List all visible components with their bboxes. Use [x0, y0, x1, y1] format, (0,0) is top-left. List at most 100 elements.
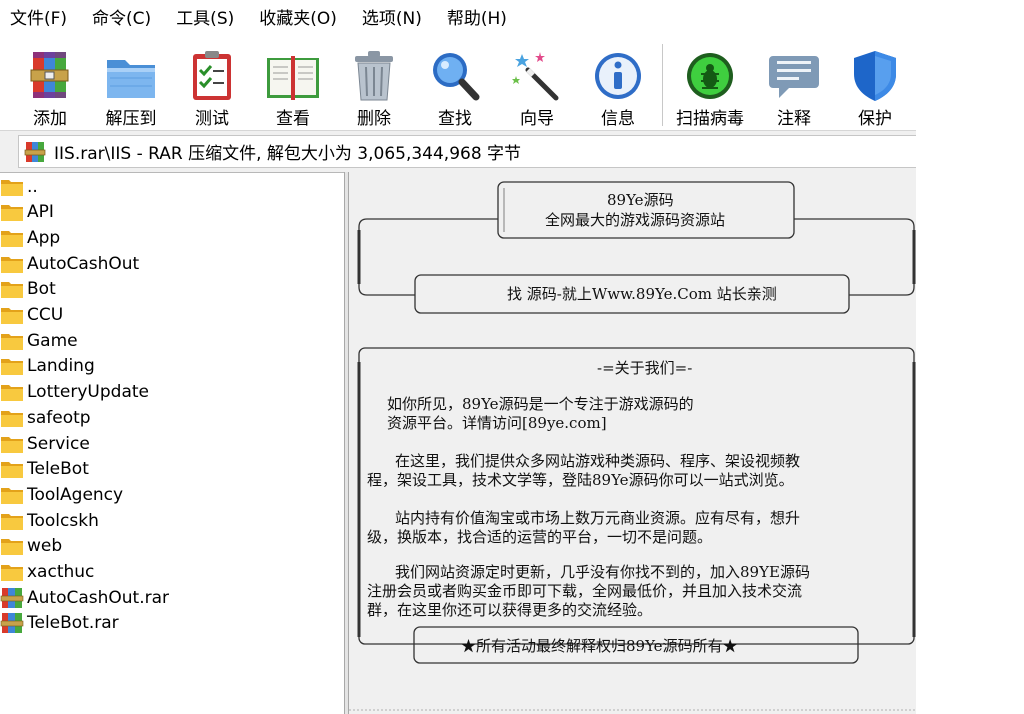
delete-button[interactable]: 删除 — [334, 42, 414, 129]
comment-footer: ★所有活动最终解释权归89Ye源码所有★ — [461, 637, 738, 655]
file-list-item[interactable]: Service — [0, 431, 90, 456]
comment-icon — [769, 56, 819, 98]
file-name: .. — [27, 176, 38, 197]
comment-label: 注释 — [777, 109, 811, 129]
test-button[interactable]: 测试 — [172, 42, 252, 129]
trash-icon — [355, 51, 393, 101]
folder-icon — [1, 487, 23, 504]
file-list: .. API App AutoCashOut Bot CCU Game Landing Lott… — [0, 172, 344, 714]
folder-icon — [1, 179, 23, 196]
folder-icon — [1, 256, 23, 273]
file-list-item[interactable]: Bot — [0, 277, 56, 302]
file-list-item[interactable]: LotteryUpdate — [0, 380, 149, 405]
toolbar-separator — [662, 44, 663, 126]
wizard-wand-icon — [512, 52, 559, 101]
file-name: Bot — [27, 279, 56, 300]
find-button[interactable]: 查找 — [415, 42, 495, 129]
comment-line: 群，在这里你还可以获得更多的交流经验。 — [367, 601, 653, 619]
folder-icon — [1, 539, 23, 556]
comment-line: 资源平台。详情访问[89ye.com] — [387, 414, 607, 432]
file-name: safeotp — [27, 407, 91, 428]
file-list-item[interactable]: .. — [0, 174, 38, 199]
comment-line: 程，架设工具，技术文学等，登陆89Ye源码你可以一站式浏览。 — [367, 471, 794, 489]
comment-line: 在这里，我们提供众多网站游戏种类源码、程序、架设视频教 — [395, 452, 801, 470]
file-list-item[interactable]: xacthuc — [0, 560, 94, 585]
rar-file-icon — [0, 613, 24, 634]
comment-about-title: -=关于我们=- — [597, 359, 693, 377]
file-name: Toolcskh — [27, 510, 99, 531]
address-bar: IIS.rar\IIS - RAR 压缩文件, 解包大小为 3,065,344,… — [0, 130, 916, 172]
file-name: CCU — [27, 305, 64, 325]
menu-file[interactable]: 文件(F) — [4, 4, 73, 34]
file-list-item[interactable]: TeleBot — [0, 457, 89, 482]
file-list-item[interactable]: App — [0, 225, 60, 250]
wizard-button[interactable]: 向导 — [497, 42, 577, 129]
file-list-item[interactable]: ToolAgency — [0, 482, 123, 507]
virus-scan-label: 扫描病毒 — [676, 109, 744, 129]
file-name: AutoCashOut — [27, 253, 140, 274]
find-label: 查找 — [438, 109, 472, 129]
file-name: Landing — [27, 356, 95, 377]
menu-commands[interactable]: 命令(C) — [86, 4, 157, 34]
test-label: 测试 — [195, 109, 229, 129]
menu-tools[interactable]: 工具(S) — [170, 4, 240, 34]
file-list-item[interactable]: TeleBot.rar — [0, 611, 119, 636]
comment-frame — [349, 181, 916, 711]
folder-icon — [1, 410, 23, 427]
view-button[interactable]: 查看 — [253, 42, 333, 129]
virus-scan-button[interactable]: 扫描病毒 — [670, 42, 750, 129]
file-name: Game — [27, 330, 78, 351]
menu-options[interactable]: 选项(N) — [356, 4, 428, 34]
menu-favorites[interactable]: 收藏夹(O) — [253, 4, 343, 34]
file-name: API — [27, 202, 54, 223]
file-list-item[interactable]: Game — [0, 328, 78, 353]
delete-label: 删除 — [357, 109, 391, 129]
info-icon — [595, 53, 641, 99]
folder-icon — [1, 230, 23, 247]
comment-line: 注册会员或者购买金币即可下载，全网最低价，并且加入技术交流 — [367, 582, 803, 600]
protect-button[interactable]: 保护 — [835, 42, 915, 129]
menu-bar: 文件(F) 命令(C) 工具(S) 收藏夹(O) 选项(N) 帮助(H) — [0, 0, 916, 38]
test-clipboard-icon — [193, 51, 231, 100]
folder-icon — [1, 385, 23, 402]
folder-icon — [1, 513, 23, 530]
file-name: App — [27, 227, 61, 248]
folder-icon — [1, 359, 23, 376]
comment-pane: 89Ye源码 全网最大的游戏源码资源站 找 源码-就上Www.89Ye.Com … — [349, 172, 916, 714]
extract-to-label: 解压到 — [105, 109, 157, 129]
file-list-item[interactable]: API — [0, 200, 54, 225]
info-button[interactable]: 信息 — [578, 42, 658, 129]
protect-label: 保护 — [858, 109, 892, 129]
view-book-icon — [267, 56, 319, 100]
winrar-window: 文件(F) 命令(C) 工具(S) 收藏夹(O) 选项(N) 帮助(H) 添加 — [0, 0, 916, 714]
address-field[interactable]: IIS.rar\IIS - RAR 压缩文件, 解包大小为 3,065,344,… — [18, 135, 916, 168]
extract-folder-icon — [107, 60, 155, 98]
file-list-item[interactable]: safeotp — [0, 405, 91, 430]
address-text: IIS.rar\IIS - RAR 压缩文件, 解包大小为 3,065,344,… — [54, 144, 522, 164]
folder-icon — [1, 308, 23, 324]
view-label: 查看 — [276, 109, 310, 129]
file-list-item[interactable]: AutoCashOut.rar — [0, 585, 169, 610]
comment-box1-title: 89Ye源码 — [607, 191, 674, 209]
menu-help[interactable]: 帮助(H) — [441, 4, 513, 34]
file-list-item[interactable]: CCU — [0, 303, 63, 328]
comment-box2-text: 找 源码-就上Www.89Ye.Com 站长亲测 — [507, 285, 777, 303]
archive-add-icon — [30, 52, 69, 98]
rar-archive-icon — [24, 141, 46, 162]
magnifier-icon — [433, 53, 480, 101]
file-list-item[interactable]: Toolcskh — [0, 508, 99, 533]
comment-line: 级，换版本，找合适的运营的平台，一切不是问题。 — [367, 528, 713, 546]
file-name: ToolAgency — [27, 484, 124, 505]
file-list-item[interactable]: Landing — [0, 354, 95, 379]
extract-to-button[interactable]: 解压到 — [91, 42, 171, 129]
comment-box1-subtitle: 全网最大的游戏源码资源站 — [545, 211, 726, 229]
folder-icon — [1, 333, 23, 350]
file-list-item[interactable]: AutoCashOut — [0, 251, 139, 276]
file-list-item[interactable]: web — [0, 534, 62, 559]
folder-icon — [1, 565, 23, 581]
comment-button[interactable]: 注释 — [754, 42, 834, 129]
shield-icon — [854, 51, 896, 101]
comment-line: 站内持有价值淘宝或市场上数万元商业资源。应有尽有，想升 — [395, 509, 801, 527]
add-button[interactable]: 添加 — [10, 42, 90, 129]
folder-icon — [1, 282, 23, 299]
